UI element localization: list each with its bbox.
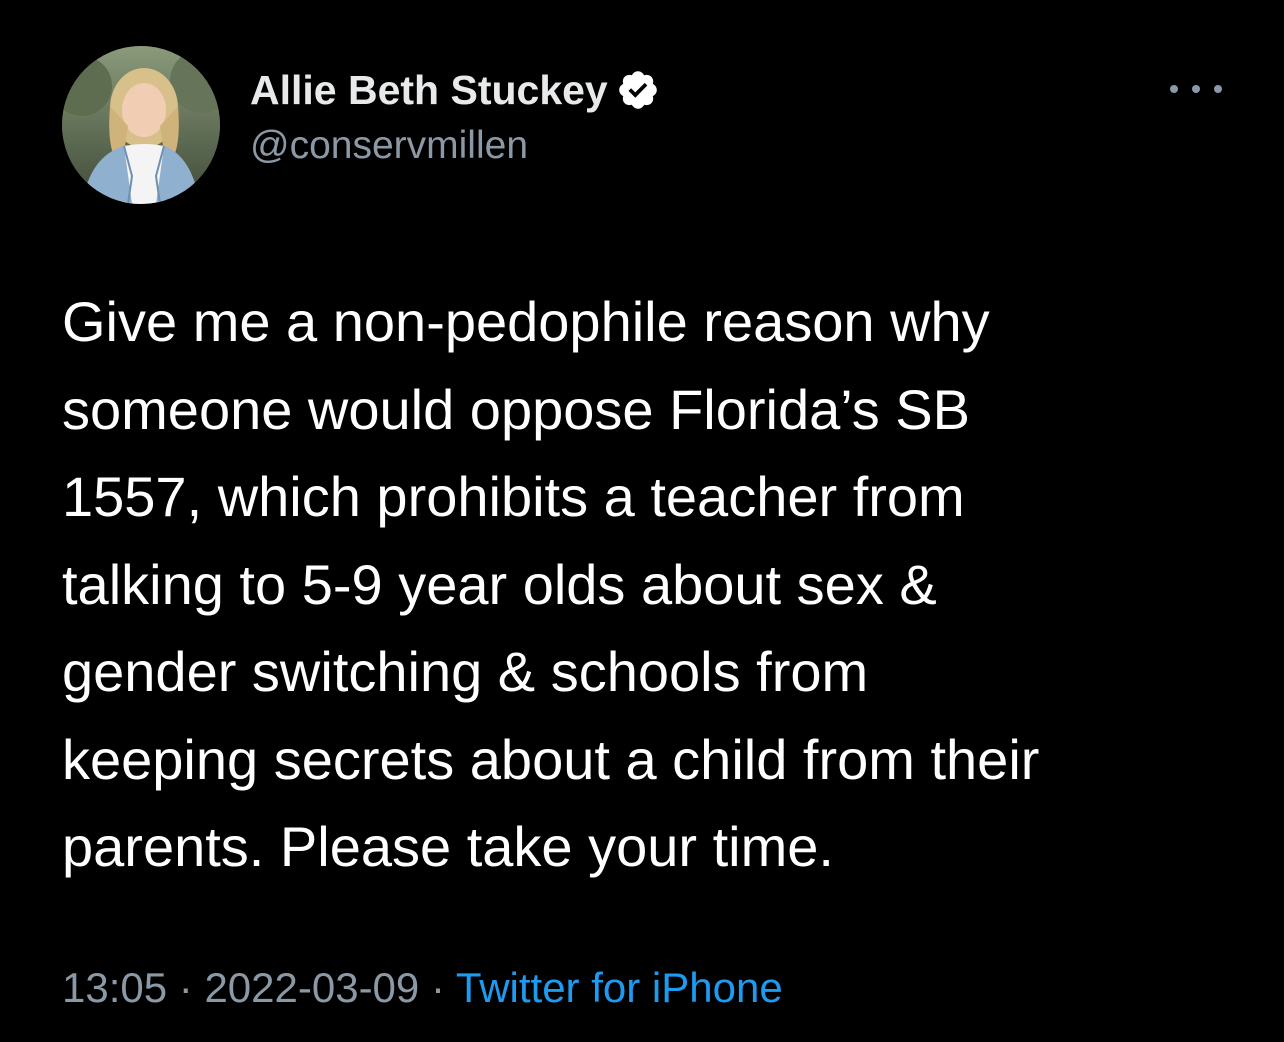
author-display-name[interactable]: Allie Beth Stuckey — [250, 67, 608, 114]
more-dot — [1214, 85, 1222, 93]
author-name-row[interactable]: Allie Beth Stuckey — [250, 62, 660, 118]
tweet-text-line: keeping secrets about a child from their — [62, 727, 1040, 791]
tweet-text-line: Give me a non-pedophile reason why — [62, 290, 990, 353]
meta-separator: · — [430, 964, 456, 1011]
tweet-text-line: gender switching & schools from — [62, 640, 869, 703]
tweet-text-line: 1557, which prohibits a teacher from — [62, 465, 965, 528]
more-dot — [1170, 85, 1178, 93]
author-handle[interactable]: @conservmillen — [250, 124, 528, 168]
tweet-text-line: talking to 5-9 year olds about sex & — [62, 552, 937, 616]
meta-separator: · — [178, 964, 205, 1011]
tweet-text-line: parents. Please take your time. — [62, 815, 834, 878]
tweet-source-link[interactable]: Twitter for iPhone — [456, 964, 783, 1011]
more-dot — [1192, 85, 1200, 93]
tweet-card: Allie Beth Stuckey @conservmillen Give m… — [0, 0, 1284, 1042]
verified-badge-icon — [616, 68, 660, 112]
author-avatar[interactable] — [62, 46, 220, 204]
avatar-photo — [62, 46, 220, 204]
tweet-text: Give me a non-pedophile reason why someo… — [62, 278, 1252, 891]
tweet-date[interactable]: 2022-03-09 — [204, 964, 419, 1011]
tweet-text-line: someone would oppose Florida’s SB — [62, 377, 970, 441]
tweet-time[interactable]: 13:05 — [62, 964, 167, 1011]
more-options-icon[interactable] — [1170, 74, 1222, 104]
tweet-meta: 13:05 · 2022-03-09 · Twitter for iPhone — [62, 960, 783, 1016]
